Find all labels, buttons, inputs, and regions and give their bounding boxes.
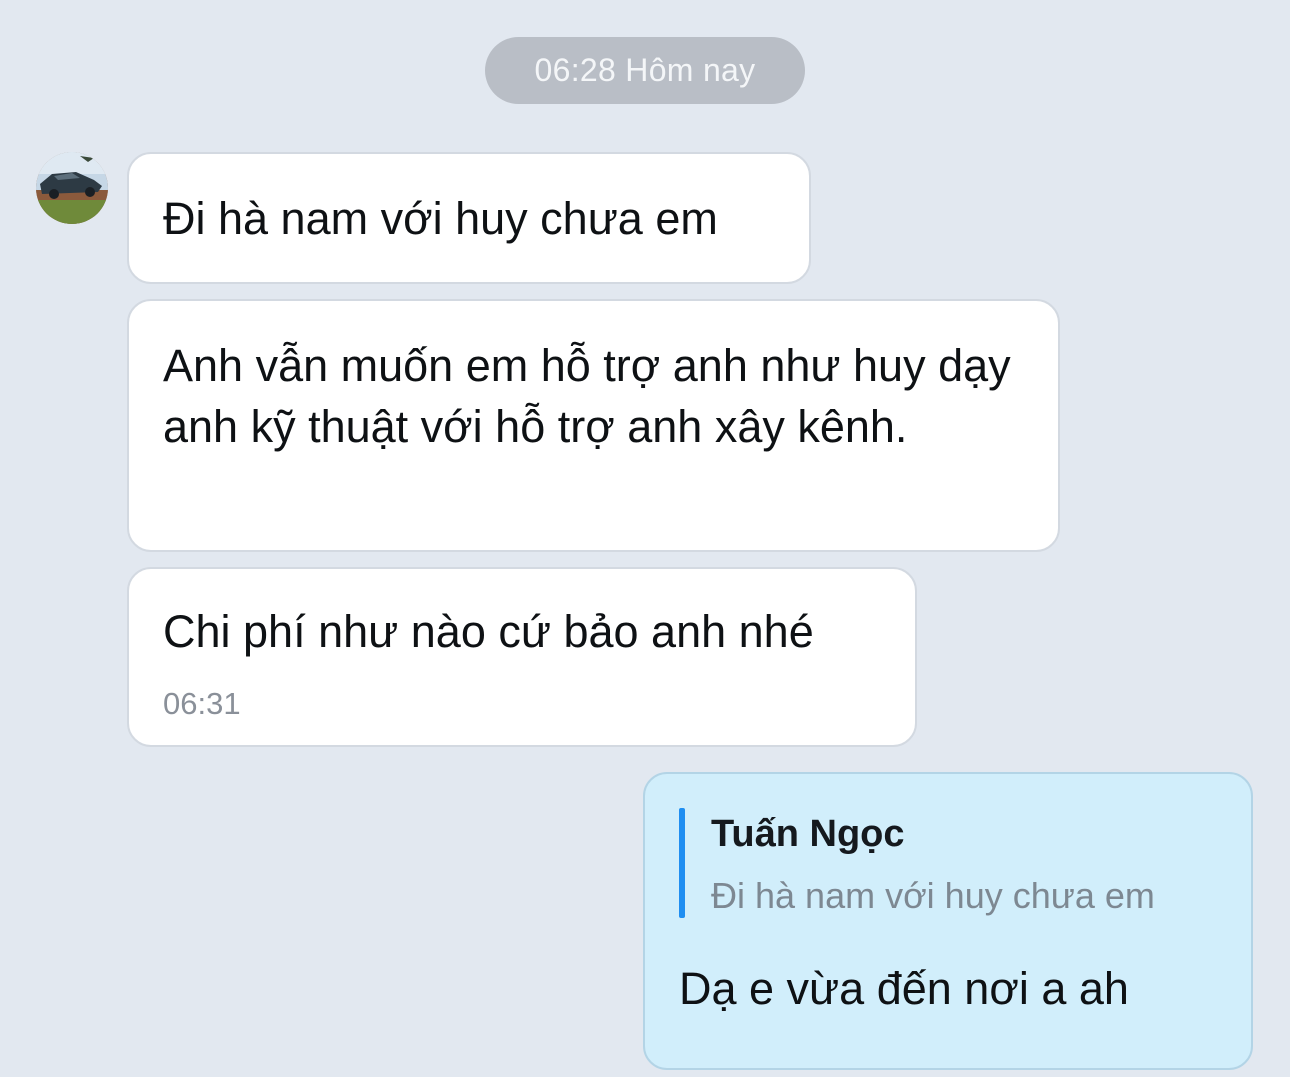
avatar-photo-icon xyxy=(36,152,108,224)
message-text: Chi phí như nào cứ bảo anh nhé xyxy=(163,606,814,657)
quoted-author[interactable]: Tuấn Ngọc xyxy=(711,812,905,856)
message-bubble[interactable]: Đi hà nam với huy chưa em xyxy=(127,152,811,284)
quote-bar xyxy=(679,808,685,918)
message-time: 06:31 xyxy=(163,686,241,721)
message-text: Đi hà nam với huy chưa em xyxy=(163,193,718,244)
message-bubble[interactable]: Anh vẫn muốn em hỗ trợ anh như huy dạy a… xyxy=(127,299,1060,552)
date-separator: 06:28 Hôm nay xyxy=(485,37,805,104)
sender-avatar[interactable] xyxy=(36,152,108,224)
message-text: Dạ e vừa đến nơi a ah xyxy=(679,963,1129,1014)
quoted-message-text[interactable]: Đi hà nam với huy chưa em xyxy=(711,874,1155,918)
message-bubble[interactable]: Chi phí như nào cứ bảo anh nhé 06:31 xyxy=(127,567,917,747)
chat-area[interactable]: 06:28 Hôm nay Đi hà nam với huy chưa em … xyxy=(0,0,1290,1077)
reply-message-bubble[interactable]: Tuấn Ngọc Đi hà nam với huy chưa em Dạ e… xyxy=(643,772,1253,1070)
message-text: Anh vẫn muốn em hỗ trợ anh như huy dạy a… xyxy=(163,340,1011,452)
